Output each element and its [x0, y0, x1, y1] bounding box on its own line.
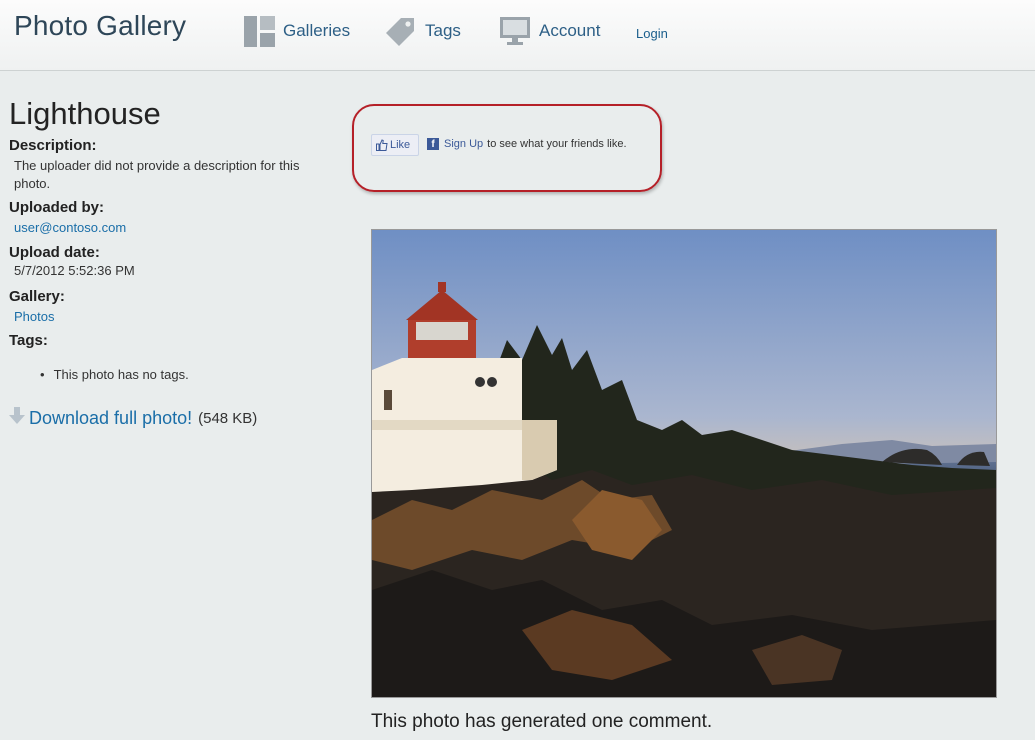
- thumbs-up-icon: [376, 139, 388, 151]
- like-label: Like: [390, 139, 411, 151]
- gallery-link[interactable]: Photos: [14, 308, 54, 326]
- nav-tags-label: Tags: [425, 21, 461, 40]
- monitor-icon: [499, 15, 531, 47]
- upload-date-label: Upload date:: [9, 244, 100, 261]
- description-label: Description:: [9, 137, 97, 154]
- site-header: Photo Gallery Galleries Tags Account Log…: [0, 0, 1035, 71]
- uploaded-by-label: Uploaded by:: [9, 199, 105, 216]
- nav-tags[interactable]: Tags: [384, 14, 461, 48]
- site-title[interactable]: Photo Gallery: [14, 10, 186, 42]
- facebook-signup-link[interactable]: Sign Up: [444, 138, 483, 150]
- login-link[interactable]: Login: [636, 26, 668, 41]
- tags-label: Tags:: [9, 332, 48, 349]
- nav-account-label: Account: [539, 21, 601, 40]
- upload-date-value: 5/7/2012 5:52:36 PM: [14, 263, 135, 278]
- nav-galleries-label: Galleries: [283, 21, 351, 40]
- nav-account[interactable]: Account: [499, 14, 600, 48]
- download-size: (548 KB): [198, 410, 258, 427]
- comment-count-text: This photo has generated one comment.: [371, 711, 713, 732]
- uploader-link[interactable]: user@contoso.com: [14, 219, 126, 237]
- facebook-icon: f: [427, 138, 439, 150]
- tags-empty-text: This photo has no tags.: [53, 367, 189, 382]
- galleries-icon: [244, 15, 275, 47]
- lighthouse-photo[interactable]: [371, 229, 997, 698]
- nav-galleries[interactable]: Galleries: [244, 14, 350, 48]
- facebook-signup-suffix: to see what your friends like.: [487, 138, 627, 150]
- download-link[interactable]: Download full photo!: [29, 408, 192, 429]
- facebook-signup-line: f Sign Up to see what your friends like.: [427, 138, 627, 150]
- like-button[interactable]: Like: [371, 134, 419, 156]
- description-text: The uploader did not provide a descripti…: [14, 158, 300, 191]
- download-arrow-icon[interactable]: [9, 407, 25, 430]
- list-bullet: •: [40, 367, 45, 382]
- tag-icon: [384, 15, 417, 48]
- gallery-label: Gallery:: [9, 288, 65, 305]
- tags-empty-item: • This photo has no tags.: [40, 367, 189, 382]
- download-row: Download full photo! (548 KB): [9, 407, 257, 430]
- photo-title: Lighthouse: [9, 96, 161, 131]
